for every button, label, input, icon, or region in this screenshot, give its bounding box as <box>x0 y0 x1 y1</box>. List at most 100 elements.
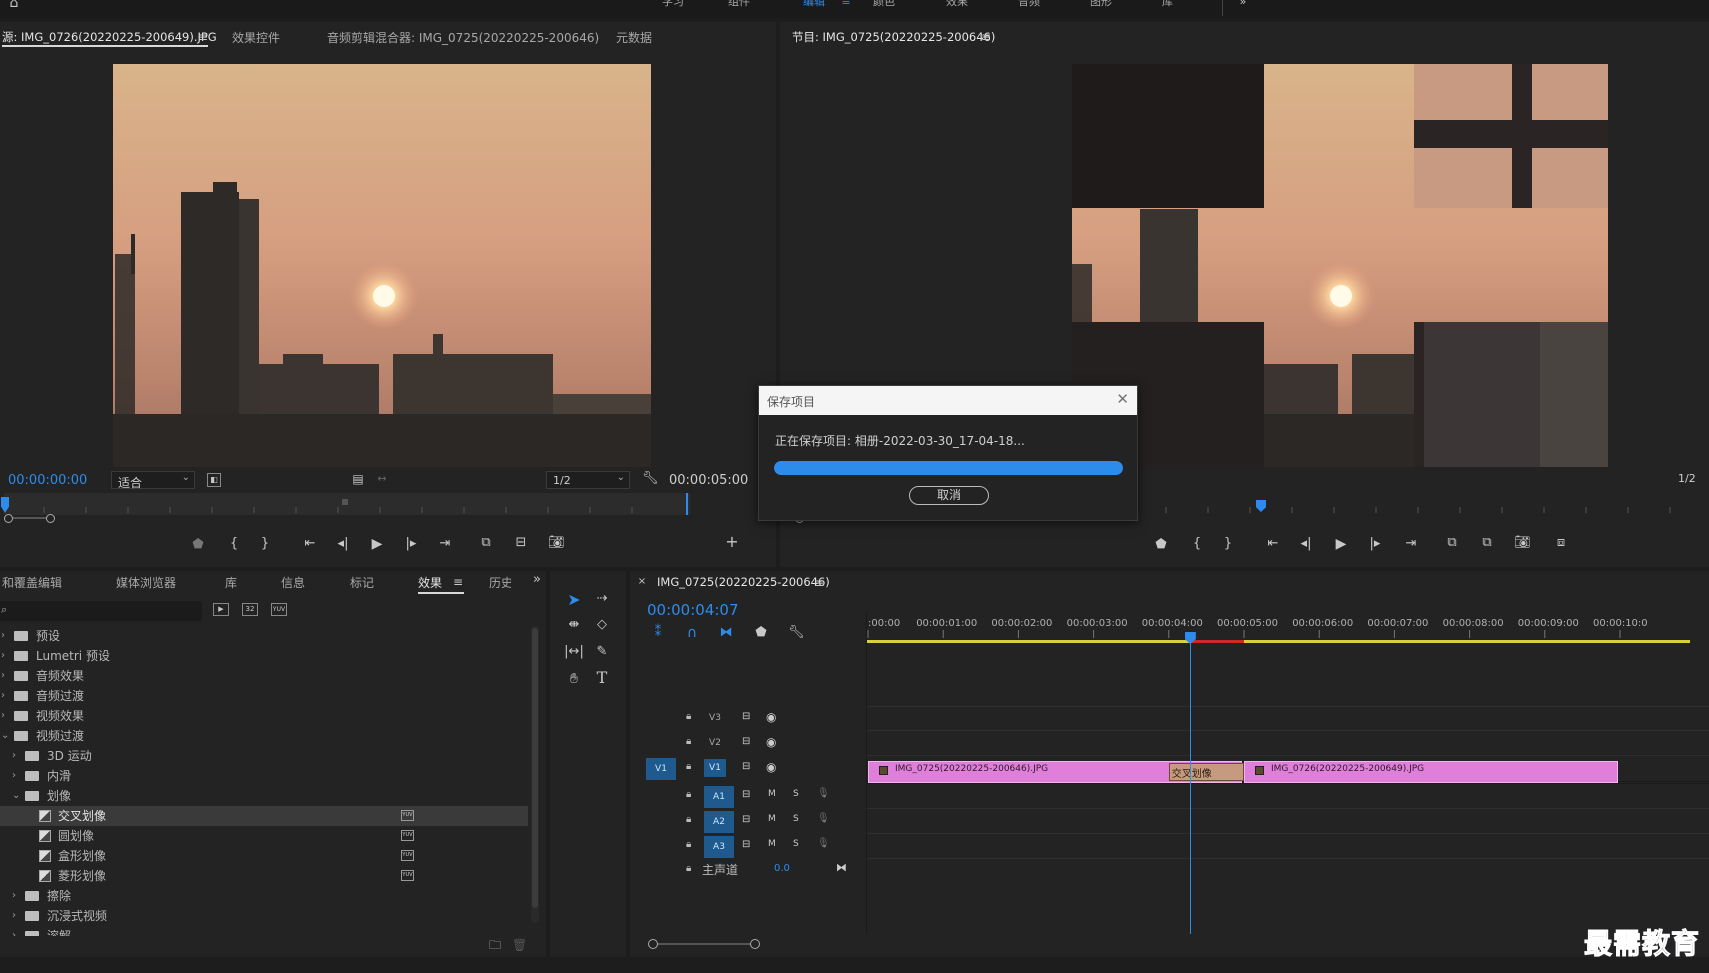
effect-controls-tab[interactable]: 效果控件 <box>232 29 280 46</box>
sync-lock-icon[interactable]: ⊟ <box>742 789 750 800</box>
effects-tree-item-iris-box[interactable]: 盒形划像 YUV <box>0 846 528 866</box>
snap-icon[interactable]: ∩ <box>685 626 699 640</box>
effects-tree-item-audio-transitions[interactable]: › 音频过渡 <box>0 686 528 706</box>
go-to-in-icon[interactable]: ⇤ <box>301 537 319 551</box>
effects-tree-item-dissolve[interactable]: › 溶解 <box>0 926 528 936</box>
overwrite-icon[interactable]: ⊟ <box>512 536 530 550</box>
drag-audio-icon[interactable]: ↔ <box>375 472 389 486</box>
sync-lock-icon[interactable]: ⊟ <box>742 814 750 825</box>
mark-in-icon[interactable]: { <box>1191 537 1203 551</box>
effects-tree-item-video-transitions[interactable]: ⌄ 视频过渡 <box>0 726 528 746</box>
metadata-tab[interactable]: 元数据 <box>616 29 652 46</box>
go-to-out-icon[interactable]: ⇥ <box>1402 537 1420 551</box>
program-time-ruler[interactable] <box>1136 493 1709 515</box>
workspace-tab-assembly[interactable]: 组件 <box>728 0 750 9</box>
close-sequence-icon[interactable]: × <box>636 575 648 589</box>
tab-info[interactable]: 信息 <box>281 574 305 591</box>
workspace-tab-audio[interactable]: 音频 <box>1018 0 1040 9</box>
solo-button[interactable]: S <box>793 839 799 849</box>
source-tab[interactable]: 源: IMG_0726(20220225-200649).JPG <box>2 29 217 45</box>
go-to-out-icon[interactable]: ⇥ <box>436 537 454 551</box>
slip-tool-icon[interactable]: |↔| <box>564 645 584 659</box>
chevron-right-icon[interactable]: › <box>1 666 5 686</box>
effects-tree-item-iris-diamond[interactable]: 菱形划像 YUV <box>0 866 528 886</box>
program-tab-menu-icon[interactable]: ≡ <box>980 30 992 44</box>
accelerated-effects-icon[interactable]: ▶ <box>213 603 229 616</box>
track-target-v3[interactable]: V3 <box>704 709 726 727</box>
source-zoom-scrollbar[interactable] <box>4 514 55 523</box>
wrench-icon[interactable]: 🔧︎ <box>642 472 659 486</box>
workspace-tab-libraries[interactable]: 库 <box>1162 0 1173 9</box>
drag-video-icon[interactable]: ▤ <box>351 472 365 486</box>
step-forward-icon[interactable]: |▸ <box>404 537 418 551</box>
source-timecode-in[interactable]: 00:00:00:00 <box>8 473 87 488</box>
workspace-tab-learn[interactable]: 学习 <box>662 0 684 9</box>
mark-out-icon[interactable]: } <box>259 537 271 551</box>
chevron-right-icon[interactable]: › <box>12 886 16 906</box>
step-back-icon[interactable]: ◂| <box>1299 537 1313 551</box>
workspace-tab-effects[interactable]: 效果 <box>946 0 968 9</box>
effects-tree-item-video-effects[interactable]: › 视频效果 <box>0 706 528 726</box>
new-bin-icon[interactable]: 🗀︎ <box>488 938 502 952</box>
chevron-right-icon[interactable]: › <box>12 746 16 766</box>
track-target-a3[interactable]: A3 <box>704 836 734 858</box>
chevron-right-icon[interactable]: › <box>1 626 5 646</box>
cancel-button[interactable]: 取消 <box>909 486 989 505</box>
effects-tree-item-lumetri-presets[interactable]: › Lumetri 预设 <box>0 646 528 666</box>
timeline-zoom-scrollbar[interactable] <box>648 939 760 949</box>
button-editor-icon[interactable]: + <box>725 534 739 550</box>
chevron-right-icon[interactable]: › <box>1 706 5 726</box>
insert-icon[interactable]: ⧉ <box>477 536 495 550</box>
workspace-tab-color[interactable]: 颜色 <box>873 0 895 9</box>
effects-tree-item-presets[interactable]: › 预设 <box>0 626 528 646</box>
type-tool-icon[interactable]: T <box>592 670 612 686</box>
ripple-edit-tool-icon[interactable]: ⇼ <box>564 618 584 632</box>
effects-tree-item-audio-effects[interactable]: › 音频效果 <box>0 666 528 686</box>
source-fit-dropdown[interactable]: 适合 ⌄ <box>111 471 195 490</box>
mark-out-icon[interactable]: } <box>1222 537 1234 551</box>
sync-lock-icon[interactable]: ⊟ <box>742 711 750 722</box>
audio-clip-mixer-tab[interactable]: 音频剪辑混合器: IMG_0725(20220225-200646) <box>327 29 599 46</box>
tab-markers[interactable]: 标记 <box>350 574 374 591</box>
effects-tab-menu-icon[interactable]: ≡ <box>452 575 464 589</box>
delete-icon[interactable]: 🗑︎ <box>512 938 527 952</box>
workspace-tab-graphics[interactable]: 图形 <box>1090 0 1112 9</box>
tab-history[interactable]: 历史 <box>489 574 511 591</box>
compare-view-icon[interactable]: ⧈ <box>1552 536 1570 550</box>
master-meter-icon[interactable]: ⧓ <box>836 861 847 874</box>
tab-edit-overlay[interactable]: 和覆盖编辑 <box>2 574 62 591</box>
chevron-down-icon[interactable]: ⌄ <box>12 786 20 806</box>
effects-tree-item-slide[interactable]: › 内滑 <box>0 766 528 786</box>
timeline-settings-wrench-icon[interactable]: 🔧︎ <box>788 626 805 640</box>
lock-icon[interactable]: 🔒︎ <box>686 789 691 800</box>
tab-effects[interactable]: 效果 <box>418 574 442 591</box>
program-tab[interactable]: 节目: IMG_0725(20220225-200646) <box>792 29 995 45</box>
step-back-icon[interactable]: ◂| <box>336 537 350 551</box>
chevron-right-icon[interactable]: › <box>1 686 5 706</box>
lock-icon[interactable]: 🔒︎ <box>686 711 691 722</box>
yuv-effects-icon[interactable]: YUV <box>271 603 287 616</box>
32bit-effects-icon[interactable]: 32 <box>242 603 258 616</box>
sync-lock-icon[interactable]: ⊟ <box>742 736 750 747</box>
source-time-ruler[interactable] <box>4 493 690 515</box>
track-target-v1[interactable]: V1 <box>704 759 726 777</box>
linked-selection-icon[interactable]: ⧓ <box>719 626 733 640</box>
play-icon[interactable]: ▶ <box>370 537 384 551</box>
clip-img-0726[interactable]: IMG_0726(20220225-200649).JPG <box>1244 761 1618 783</box>
extract-icon[interactable]: ⧉ <box>1478 536 1496 550</box>
close-icon[interactable]: ✕ <box>1116 390 1129 408</box>
add-marker-icon[interactable]: ⬟ <box>191 538 205 552</box>
microphone-icon[interactable]: 🎙︎ <box>817 813 830 824</box>
effects-tree-item-wipe[interactable]: › 擦除 <box>0 886 528 906</box>
mark-in-icon[interactable]: { <box>228 537 240 551</box>
chevron-right-icon[interactable]: › <box>1 646 5 666</box>
microphone-icon[interactable]: 🎙︎ <box>817 838 830 849</box>
eye-icon[interactable]: ◉ <box>766 710 776 724</box>
lift-icon[interactable]: ⧉ <box>1443 536 1461 550</box>
solo-button[interactable]: S <box>793 814 799 824</box>
effects-scrollbar[interactable] <box>531 626 539 923</box>
source-patch-v1[interactable]: V1 <box>646 758 676 780</box>
tab-libraries[interactable]: 库 <box>225 574 237 591</box>
more-panels-icon[interactable]: » <box>530 573 544 587</box>
lock-icon[interactable]: 🔒︎ <box>686 736 691 747</box>
